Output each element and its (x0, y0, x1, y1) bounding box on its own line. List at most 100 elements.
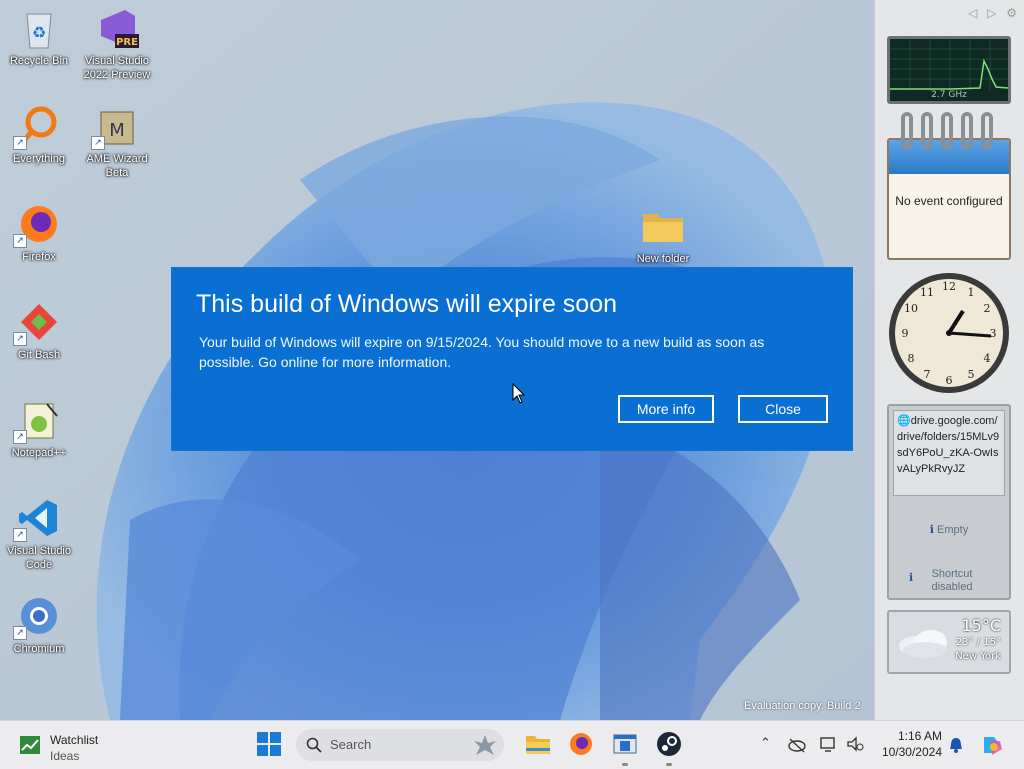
slideshow-gadget[interactable]: 🌐drive.google.com/drive/folders/15MLv9sd… (887, 404, 1011, 600)
shortcut-arrow-icon: ↗ (13, 136, 27, 150)
mouse-cursor-icon (512, 383, 526, 404)
weather-gadget[interactable]: 15°C 23° / 15° New York (887, 610, 1011, 674)
svg-text:M: M (109, 120, 125, 141)
widget-title: Watchlist (50, 733, 99, 747)
desktop-icon-label: Recycle Bin (9, 55, 69, 67)
search-icon (306, 737, 322, 753)
status-empty: ℹ Empty (889, 524, 1009, 537)
shortcut-arrow-icon: ↗ (13, 332, 27, 346)
cloud-icon (899, 630, 947, 658)
previous-page-icon[interactable]: ◁ (968, 6, 977, 20)
desktop-icon-vscode[interactable]: ↗ Visual Studio Code (0, 496, 82, 572)
cpu-graph (890, 39, 1008, 91)
desktop-icon-recycle-bin[interactable]: ♻ Recycle Bin (0, 6, 82, 68)
cpu-meter-gadget[interactable]: 2.7 GHz (887, 36, 1011, 104)
desktop-icon-firefox[interactable]: ↗ Firefox (0, 202, 82, 264)
copilot-icon[interactable] (980, 733, 1004, 757)
everything-search-icon: ↗ (13, 104, 61, 150)
git-bash-icon: ↗ (13, 300, 61, 346)
desktop-icon-chromium[interactable]: ↗ Chromium (0, 594, 82, 656)
steam-icon[interactable] (656, 731, 682, 757)
recycle-bin-icon: ♻ (17, 6, 61, 50)
svg-text:11: 11 (920, 286, 934, 299)
desktop-icon-notepad-plus-plus[interactable]: ↗ Notepad++ (0, 398, 82, 460)
shortcut-arrow-icon: ↗ (13, 234, 27, 248)
svg-text:2: 2 (984, 302, 991, 315)
svg-text:1: 1 (968, 286, 975, 299)
more-info-button[interactable]: More info (618, 395, 714, 423)
desktop-icon-label: Chromium (13, 643, 65, 655)
svg-text:6: 6 (946, 374, 953, 387)
svg-text:4: 4 (984, 352, 991, 365)
slideshow-url: drive.google.com/drive/folders/15MLv9sdY… (897, 415, 1000, 475)
file-explorer-icon[interactable] (525, 731, 551, 757)
widget-subtitle: Ideas (50, 749, 80, 763)
start-icon[interactable] (256, 731, 282, 757)
search-placeholder: Search (330, 737, 372, 752)
shortcut-arrow-icon: ↗ (91, 136, 105, 150)
desktop-icon-label: Visual Studio 2022 Preview (83, 55, 151, 81)
svg-text:9: 9 (902, 327, 909, 340)
svg-text:7: 7 (924, 368, 931, 381)
preview-badge: PRE (116, 37, 138, 48)
clock-gadget[interactable]: 12 1 2 3 45 6 78 9 10 11 (887, 270, 1011, 396)
clock-time[interactable]: 1:16 AM (884, 729, 942, 743)
desktop-icon-label: Visual Studio Code (6, 545, 71, 571)
onedrive-offline-icon[interactable] (788, 737, 806, 753)
slideshow-source: 🌐drive.google.com/drive/folders/15MLv9sd… (893, 410, 1005, 496)
firefox-taskbar-icon[interactable] (568, 731, 594, 757)
taskbar-running-indicator (666, 763, 672, 766)
search-box[interactable]: Search (296, 729, 504, 761)
close-button[interactable]: Close (738, 395, 828, 423)
notepad-plus-plus-icon: ↗ (13, 398, 61, 444)
dialog-message: Your build of Windows will expire on 9/1… (199, 334, 765, 370)
calendar-page: No event configured (887, 138, 1011, 260)
volume-muted-icon[interactable] (846, 736, 864, 752)
shortcut-arrow-icon: ↗ (13, 430, 27, 444)
desktop-icon-label: New folder (636, 253, 690, 265)
visual-studio-preview-icon: PRE (95, 6, 139, 50)
status-shortcut: ℹ Shortcut disabled (889, 568, 1009, 594)
desktop-icon-ame-wizard[interactable]: M ↗ AME Wizard Beta (74, 104, 160, 180)
chromium-icon: ↗ (13, 594, 61, 640)
settings-icon[interactable]: ⚙ (1006, 6, 1017, 20)
desktop-icon-new-folder[interactable]: New folder (620, 204, 706, 266)
info-icon: ℹ (929, 524, 934, 536)
gadget-sidebar: ◁ ▷ ⚙ 2.7 GHz No event configured 12 1 2… (874, 0, 1024, 720)
notification-bell-icon[interactable] (948, 736, 964, 754)
desktop-icon-label: Notepad++ (11, 447, 67, 459)
calendar-rings-icon (901, 112, 993, 150)
calendar-status: No event configured (895, 194, 1003, 208)
watchlist-icon (20, 736, 40, 754)
svg-text:3: 3 (990, 327, 997, 340)
vscode-icon: ↗ (13, 496, 61, 542)
analog-clock-icon: 12 12 3 45 6 78 9 1011 (889, 273, 1009, 393)
weather-range: 23° / 15° (955, 637, 1001, 648)
widgets-button[interactable]: Watchlist Ideas (10, 725, 130, 765)
svg-text:5: 5 (968, 368, 975, 381)
taskbar: Watchlist Ideas Search ⌃ 1:16 AM 10/30/2 (0, 720, 1024, 769)
info-icon: ℹ (909, 572, 914, 584)
desktop-icon-git-bash[interactable]: ↗ Git Bash (0, 300, 82, 362)
shortcut-arrow-icon: ↗ (13, 528, 27, 542)
desktop-icon-everything[interactable]: ↗ Everything (0, 104, 82, 166)
globe-icon: 🌐 (897, 415, 911, 427)
desktop-icon-visual-studio[interactable]: PRE Visual Studio 2022 Preview (74, 6, 160, 82)
network-icon[interactable] (820, 736, 838, 752)
desktop-icon-label: Git Bash (17, 349, 61, 361)
dialog-title: This build of Windows will expire soon (196, 290, 618, 318)
active-window-icon[interactable] (612, 731, 638, 757)
taskbar-running-indicator (622, 763, 628, 766)
next-page-icon[interactable]: ▷ (987, 6, 996, 20)
desktop-icon-label: Firefox (22, 251, 56, 263)
status-empty-label: Empty (937, 524, 969, 536)
folder-icon (641, 204, 685, 248)
weather-city: New York (955, 651, 1001, 662)
calendar-gadget[interactable]: No event configured (887, 112, 1011, 260)
svg-text:12: 12 (942, 280, 956, 293)
desktop-icon-label: Everything (13, 153, 65, 165)
chevron-up-icon[interactable]: ⌃ (760, 735, 771, 751)
desktop-icon-label: AME Wizard Beta (86, 153, 148, 179)
clock-date[interactable]: 10/30/2024 (874, 745, 942, 759)
cpu-frequency: 2.7 GHz (931, 90, 967, 100)
